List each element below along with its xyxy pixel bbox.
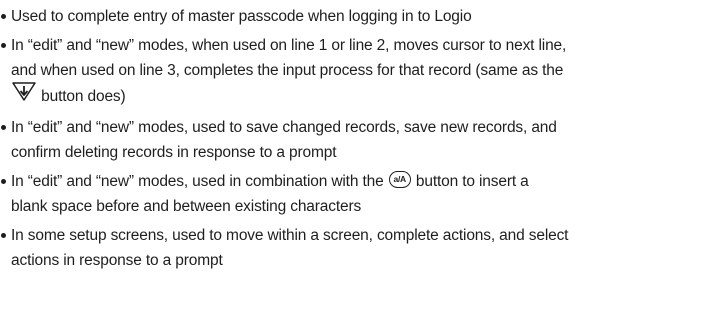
bullet-text-line-2: and when used on line 3, completes the i… bbox=[11, 62, 564, 79]
bullet-text-line-1a: In “edit” and “new” modes, used in combi… bbox=[11, 173, 388, 190]
bullet-item-save-records: In “edit” and “new” modes, used to save … bbox=[0, 115, 722, 165]
bullet-list: Used to complete entry of master passcod… bbox=[0, 4, 722, 273]
bullet-text-line-1: In “edit” and “new” modes, when used on … bbox=[11, 37, 567, 54]
bullet-text-line-1b: button to insert a bbox=[411, 173, 529, 190]
bullet-text-line-1: In “edit” and “new” modes, used to save … bbox=[11, 119, 557, 136]
down-arrow-triangle-icon bbox=[11, 81, 37, 109]
bullet-text: Used to complete entry of master passcod… bbox=[11, 8, 472, 25]
bullet-item-insert-space: In “edit” and “new” modes, used in combi… bbox=[0, 169, 722, 219]
case-toggle-icon: a/A bbox=[388, 171, 411, 189]
document-body: Used to complete entry of master passcod… bbox=[0, 4, 722, 277]
bullet-text-line-3: button does) bbox=[37, 88, 126, 106]
bullet-text-line-2: confirm deleting records in response to … bbox=[11, 144, 337, 161]
bullet-dot bbox=[1, 43, 6, 48]
bullet-dot bbox=[1, 179, 6, 184]
bullet-dot bbox=[1, 125, 6, 130]
bullet-text-line-2: actions in response to a prompt bbox=[11, 252, 223, 269]
bullet-text-line-1: In some setup screens, used to move with… bbox=[11, 227, 569, 244]
bullet-item-line-navigation: In “edit” and “new” modes, when used on … bbox=[0, 33, 722, 111]
bullet-dot bbox=[1, 233, 6, 238]
bullet-item-login: Used to complete entry of master passcod… bbox=[0, 4, 722, 29]
bullet-item-setup-screens: In some setup screens, used to move with… bbox=[0, 223, 722, 273]
bullet-dot bbox=[1, 14, 6, 19]
bullet-text-line-2: blank space before and between existing … bbox=[11, 198, 362, 215]
